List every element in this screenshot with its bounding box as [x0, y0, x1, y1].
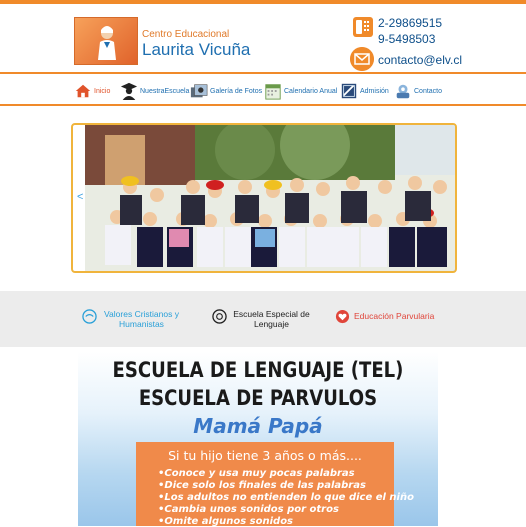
graduate-icon [120, 82, 138, 100]
nav-label-calendario: Calendario Anual [284, 87, 338, 95]
logo-figure-icon [98, 26, 116, 60]
email-link[interactable]: contacto@elv.cl [378, 53, 462, 67]
header: Centro Educacional Laurita Vicuña 2-2986… [0, 4, 526, 74]
banner-bullet: •Los adultos no entienden lo que dice el… [158, 492, 414, 503]
mail-icon [350, 47, 374, 71]
nav-label-inicio: Inicio [94, 87, 111, 95]
heart-icon [335, 309, 350, 324]
features-strip: Valores Cristianos y Humanistas Escuela … [0, 291, 526, 347]
hero-slider: < [71, 123, 457, 273]
contact-icon [396, 84, 410, 99]
feature-parvularia[interactable]: Educación Parvularia [335, 309, 435, 324]
speech-icon [212, 309, 227, 324]
feature-lenguaje[interactable]: Escuela Especial de Lenguaje [212, 309, 312, 329]
nav-item-nuestra-escuela[interactable]: NuestraEscuela [120, 78, 189, 104]
phone-number-1[interactable]: 2-29869515 [378, 16, 442, 30]
nav-label-contacto: Contacto [414, 87, 443, 95]
values-icon [82, 309, 97, 324]
nav-item-calendario[interactable]: Calendario Anual [264, 78, 337, 104]
main-nav: Inicio NuestraEscuela Galería de Fotos C… [0, 72, 526, 106]
home-icon [75, 84, 91, 98]
banner-info-box: Si tu hijo tiene 3 años o más.... •Conoc… [136, 442, 414, 527]
class-group-photo [85, 125, 455, 271]
phone-number-2[interactable]: 9-5498503 [378, 32, 435, 46]
nav-item-inicio[interactable]: Inicio [74, 78, 110, 104]
banner-line-parvulos: ESCUELA DE PARVULOS [138, 386, 378, 410]
banner-bullet: •Omite algunos sonidos [158, 516, 294, 527]
banner-bullet: •Cambia unos sonidos por otros [158, 504, 339, 515]
admission-icon [341, 83, 357, 99]
nav-label-admision: Admisión [360, 87, 389, 95]
school-logo[interactable] [74, 17, 138, 65]
slider-prev-arrow[interactable]: < [77, 191, 83, 203]
feature-lenguaje-label: Escuela Especial de Lenguaje [233, 309, 310, 329]
banner-bullet: •Conoce y usa muy pocas palabras [158, 468, 355, 479]
banner-line-mama-papa: Mamá Papá [193, 414, 323, 438]
banner-line-lenguaje: ESCUELA DE LENGUAJE (TEL) [112, 358, 404, 382]
nav-item-admision[interactable]: Admisión [340, 78, 389, 104]
promo-banner[interactable]: ESCUELA DE LENGUAJE (TEL) ESCUELA DE PAR… [78, 352, 438, 527]
nav-label-nuestra-escuela: NuestraEscuela [140, 87, 190, 95]
nav-item-galeria[interactable]: Galería de Fotos [190, 78, 262, 104]
school-subtitle: Centro Educacional [142, 29, 230, 40]
nav-label-galeria: Galería de Fotos [210, 87, 263, 95]
feature-valores-label: Valores Cristianos y Humanistas [104, 309, 179, 329]
calendar-icon [265, 84, 281, 100]
nav-item-contacto[interactable]: Contacto [394, 78, 442, 104]
feature-parvularia-label: Educación Parvularia [354, 311, 435, 321]
school-name: Laurita Vicuña [142, 40, 251, 59]
banner-box-title: Si tu hijo tiene 3 años o más.... [168, 448, 362, 463]
feature-valores[interactable]: Valores Cristianos y Humanistas [82, 309, 182, 329]
phone-icon [353, 17, 373, 37]
banner-bullet: •Dice solo los finales de las palabras [158, 480, 366, 491]
photos-icon [190, 84, 208, 98]
